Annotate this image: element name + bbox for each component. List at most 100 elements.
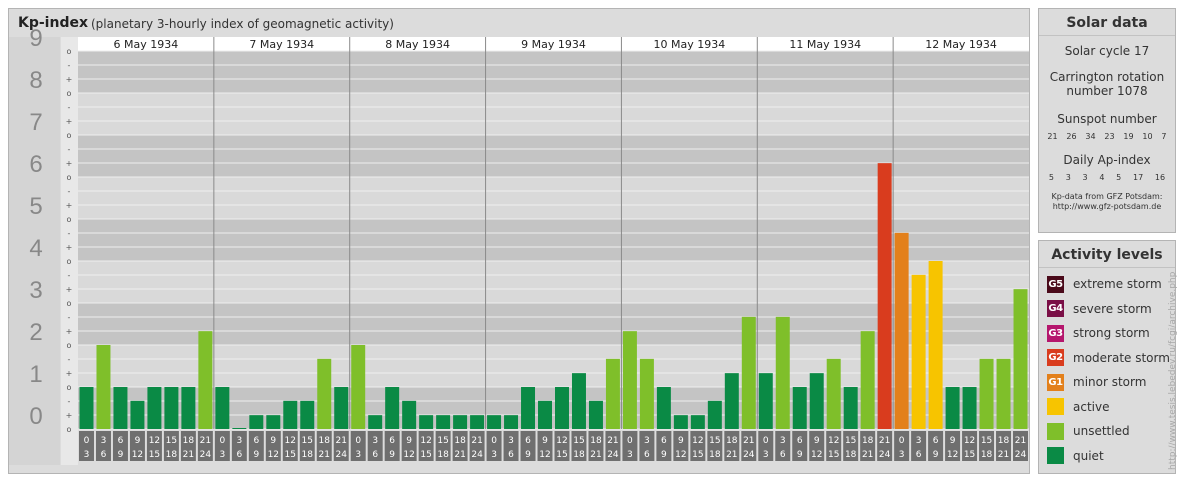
interval-end-label: 6 xyxy=(236,450,242,460)
interval-start-label: 12 xyxy=(964,436,975,446)
interval-start-label: 0 xyxy=(84,436,90,446)
interval-start-label: 6 xyxy=(253,436,259,446)
kp-bar xyxy=(945,387,960,429)
interval-start-label: 6 xyxy=(118,436,124,446)
kp-bar xyxy=(113,387,128,429)
y-minor-tick: + xyxy=(66,285,73,294)
level-label: strong storm xyxy=(1073,326,1150,341)
kp-bar xyxy=(351,345,366,429)
day-label: 11 May 1934 xyxy=(789,38,861,51)
interval-start-label: 6 xyxy=(933,436,939,446)
interval-end-label: 15 xyxy=(964,450,975,460)
interval-end-label: 15 xyxy=(556,450,567,460)
y-minor-tick: o xyxy=(67,173,72,182)
interval-end-label: 6 xyxy=(372,450,378,460)
activity-levels-panel: Activity levels G5 extreme storm G4 severe … xyxy=(1038,240,1176,474)
activity-level-item: G5 extreme storm xyxy=(1039,272,1175,297)
level-label: unsettled xyxy=(1073,424,1130,439)
level-swatch: G1 xyxy=(1047,373,1064,391)
credit-line-1: Kp-data from GFZ Potsdam: xyxy=(1051,192,1163,201)
interval-start-label: 18 xyxy=(454,436,466,446)
y-minor-tick: o xyxy=(67,341,72,350)
interval-end-label: 6 xyxy=(780,450,786,460)
kp-bar xyxy=(724,373,739,429)
activity-level-item: unsettled xyxy=(1039,419,1175,444)
y-minor-tick: - xyxy=(68,61,71,70)
kp-index-panel: 0 1 2 3 4 5 6 7 8 9 o + - o + - o + - o + - o + - o + - o + - o + - o + - o 6 … xyxy=(8,8,1030,474)
interval-start-label: 21 xyxy=(879,436,890,446)
interval-start-label: 0 xyxy=(219,436,225,446)
interval-start-label: 15 xyxy=(845,436,856,446)
interval-end-label: 18 xyxy=(166,450,178,460)
interval-end-label: 6 xyxy=(101,450,107,460)
interval-start-label: 9 xyxy=(678,436,684,446)
carrington-rotation: Carrington rotation number 1078 xyxy=(1039,70,1175,98)
y-minor-tick: - xyxy=(68,145,71,154)
y-minor-tick: - xyxy=(68,103,71,112)
interval-end-label: 9 xyxy=(118,450,124,460)
ap-value: 16 xyxy=(1154,173,1166,182)
ap-value: 3 xyxy=(1065,173,1071,182)
kp-bar xyxy=(877,163,892,429)
sunspot-value: 7 xyxy=(1161,132,1167,141)
kp-bar xyxy=(130,400,145,429)
kp-bar xyxy=(690,415,705,429)
kp-bar xyxy=(741,316,756,429)
carrington-line-2: number 1078 xyxy=(1066,84,1148,98)
interval-end-label: 21 xyxy=(454,450,465,460)
interval-start-label: 21 xyxy=(743,436,754,446)
y-tick-label: 0 xyxy=(29,403,42,430)
level-label: severe storm xyxy=(1073,301,1152,316)
y-minor-tick: + xyxy=(66,411,73,420)
ap-index-label: Daily Ap-index xyxy=(1063,153,1151,167)
interval-start-label: 21 xyxy=(335,436,346,446)
y-minor-tick: - xyxy=(68,313,71,322)
ap-value: 5 xyxy=(1116,173,1122,182)
interval-end-label: 9 xyxy=(253,450,259,460)
interval-start-label: 3 xyxy=(780,436,786,446)
y-minor-tick: - xyxy=(68,355,71,364)
interval-end-label: 18 xyxy=(709,450,721,460)
interval-end-label: 6 xyxy=(508,450,514,460)
kp-bar xyxy=(555,387,569,429)
interval-end-label: 12 xyxy=(675,450,686,460)
kp-bar xyxy=(419,415,434,429)
interval-end-label: 9 xyxy=(933,450,939,460)
kp-bar xyxy=(436,415,451,429)
ap-value: 5 xyxy=(1048,173,1054,182)
y-tick-label: 8 xyxy=(29,67,42,94)
interval-end-label: 21 xyxy=(998,450,1009,460)
interval-end-label: 12 xyxy=(268,450,279,460)
y-tick-label: 5 xyxy=(29,193,42,220)
y-minor-tick: - xyxy=(68,229,71,238)
kp-bar xyxy=(504,415,519,429)
credit-link[interactable]: http://www.gfz-potsdam.de xyxy=(1039,202,1175,212)
interval-end-label: 21 xyxy=(862,450,873,460)
interval-end-label: 24 xyxy=(607,450,619,460)
kp-bar xyxy=(453,415,468,429)
interval-start-label: 15 xyxy=(709,436,720,446)
kp-bar xyxy=(164,387,179,429)
interval-end-label: 9 xyxy=(525,450,531,460)
interval-end-label: 15 xyxy=(692,450,703,460)
interval-end-label: 3 xyxy=(491,450,497,460)
day-label: 12 May 1934 xyxy=(925,38,997,51)
interval-end-label: 9 xyxy=(797,450,803,460)
grid-band xyxy=(78,51,1029,93)
ap-value: 3 xyxy=(1082,173,1088,182)
interval-end-label: 15 xyxy=(149,450,160,460)
kp-bar xyxy=(605,358,620,429)
interval-end-label: 15 xyxy=(285,450,296,460)
sunspot-numbers: 21 26 34 23 19 10 7 xyxy=(1039,132,1175,141)
interval-start-label: 3 xyxy=(236,436,242,446)
kp-bar xyxy=(96,345,111,429)
level-swatch: G3 xyxy=(1047,324,1064,342)
sunspot-value: 23 xyxy=(1104,132,1115,141)
interval-end-label: 12 xyxy=(947,450,958,460)
kp-bar xyxy=(622,331,637,429)
kp-bar xyxy=(402,400,417,429)
interval-start-label: 21 xyxy=(200,436,211,446)
interval-end-label: 9 xyxy=(389,450,395,460)
level-swatch: G5 xyxy=(1047,275,1064,293)
y-minor-tick: + xyxy=(66,201,73,210)
